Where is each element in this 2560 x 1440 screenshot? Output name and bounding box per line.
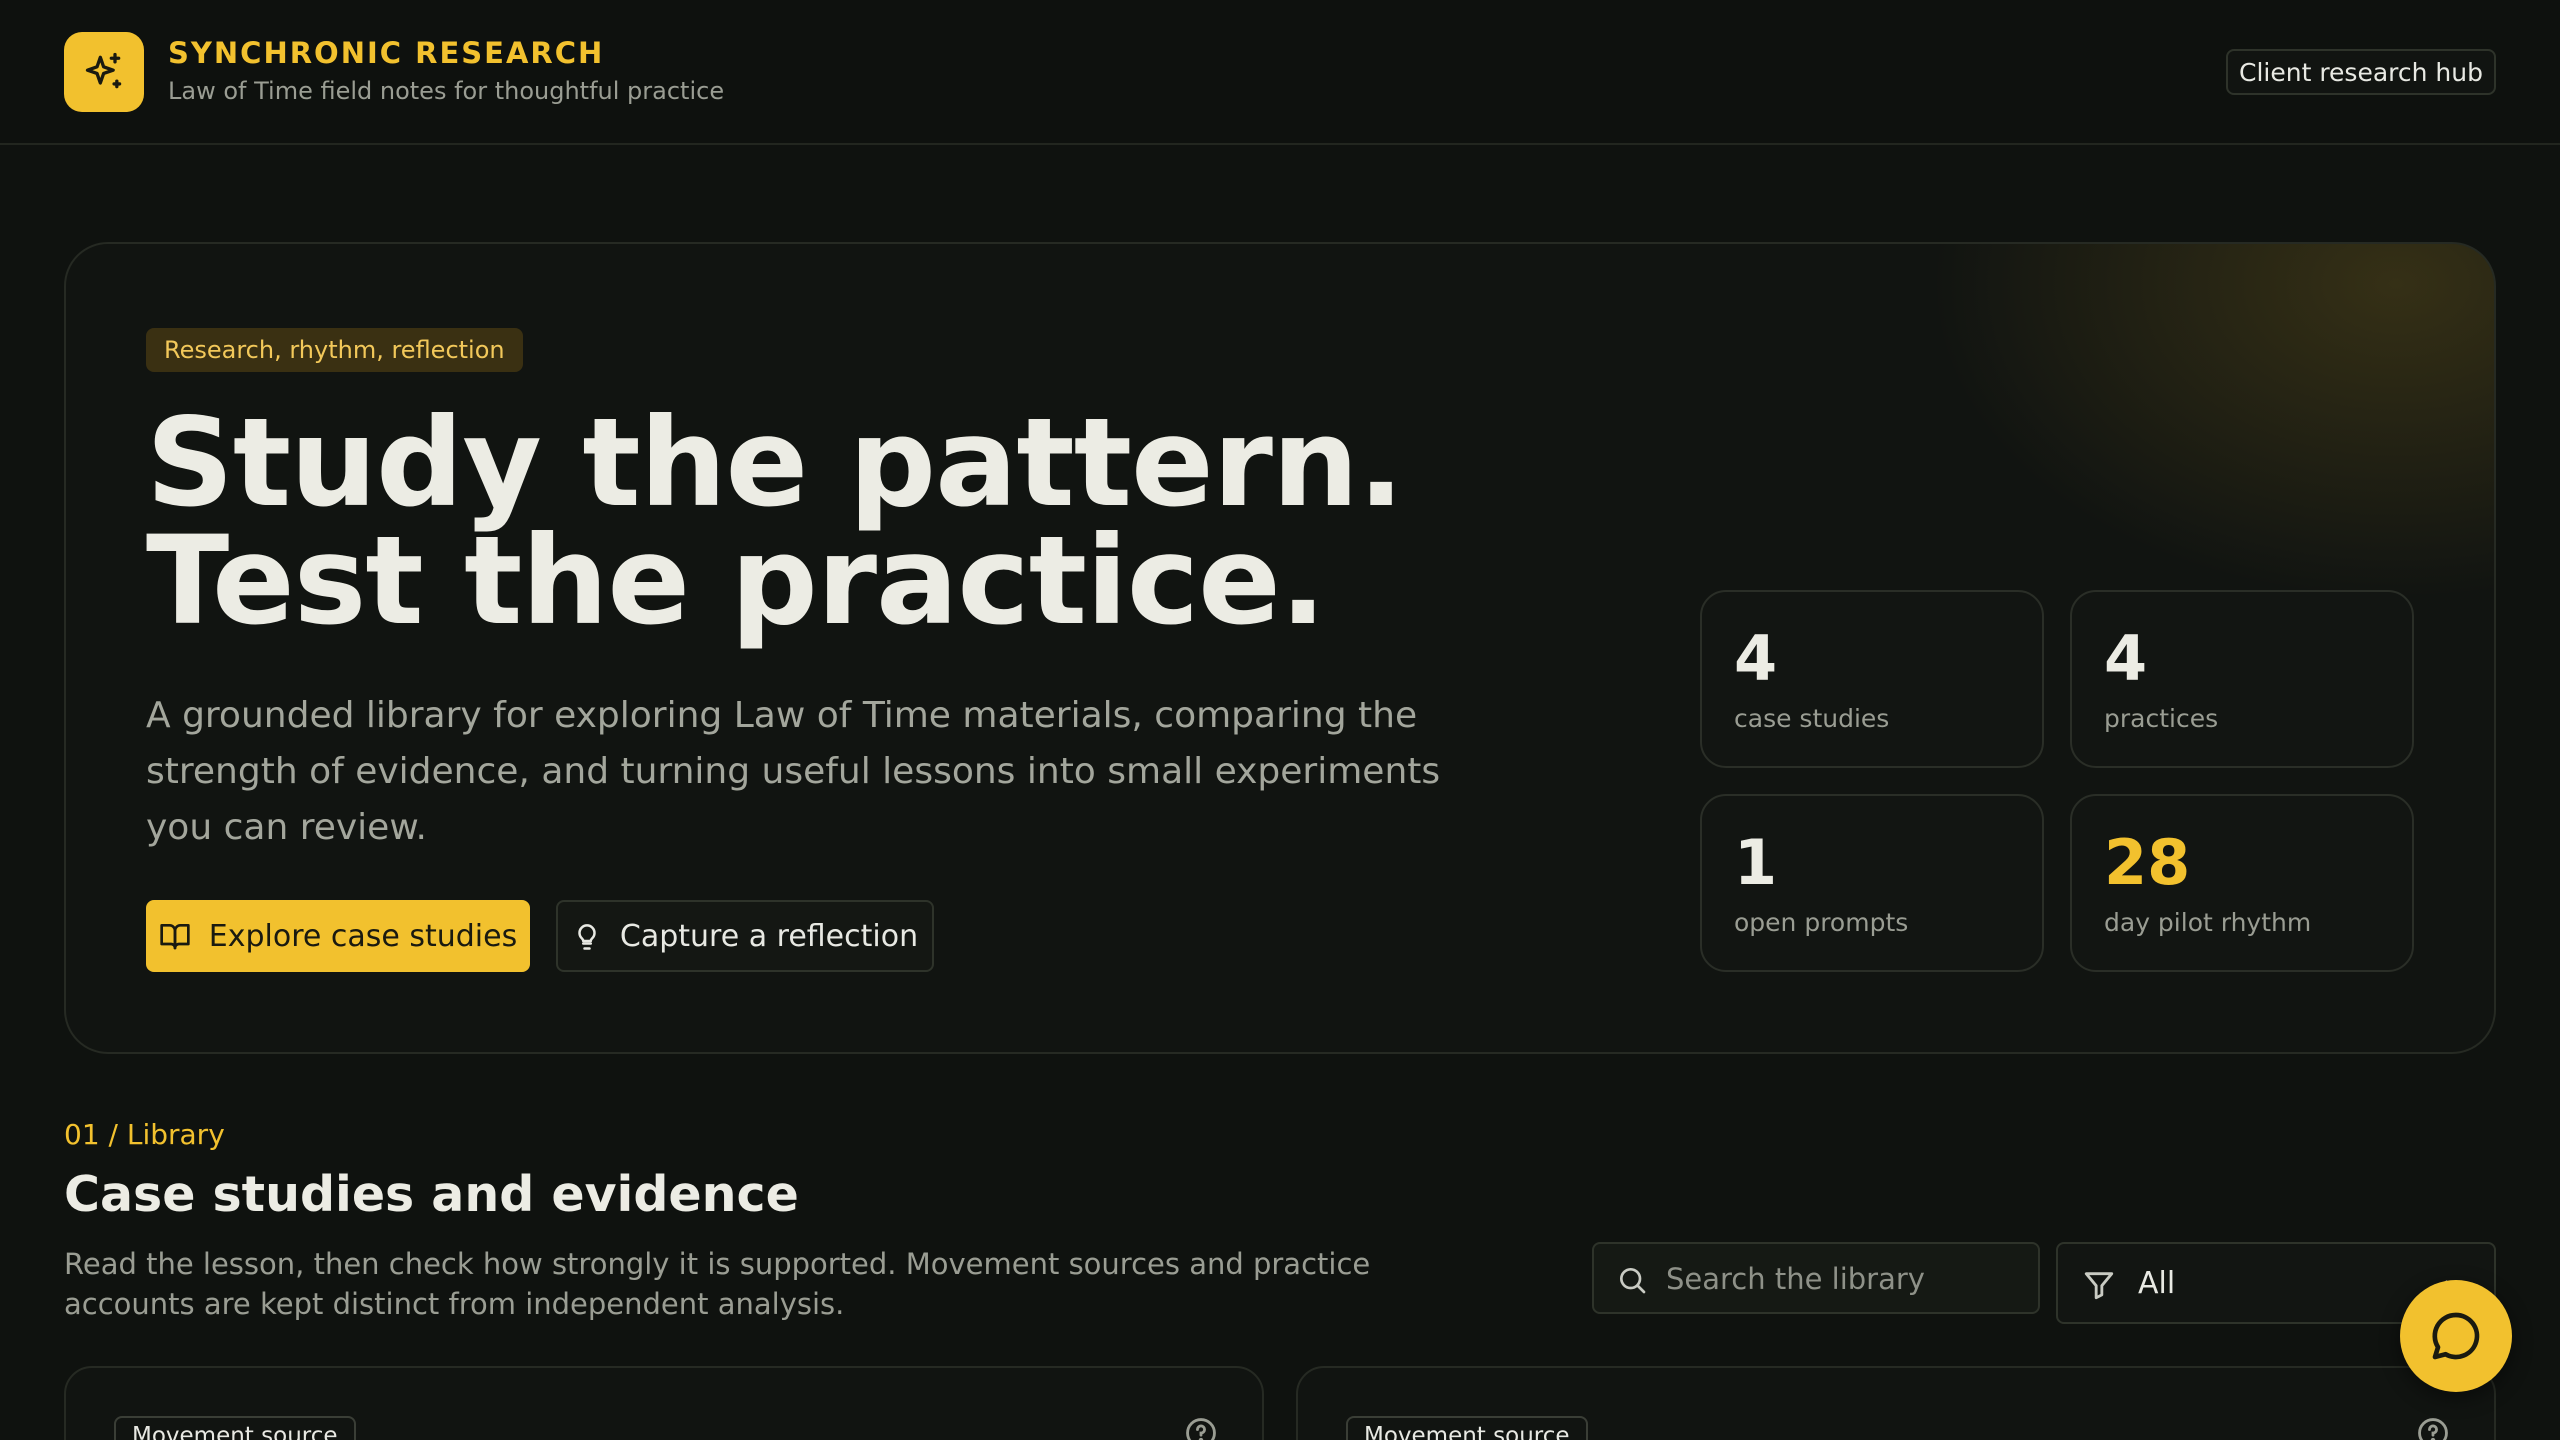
- search-input[interactable]: [1666, 1256, 2026, 1302]
- stat-value: 1: [1734, 826, 1778, 899]
- stat-pilot-rhythm: 28 day pilot rhythm: [2070, 794, 2414, 972]
- section-description: Read the lesson, then check how strongly…: [64, 1247, 1371, 1321]
- stat-label: case studies: [1734, 704, 1890, 733]
- top-bar: SYNCHRONIC RESEARCH Law of Time field no…: [0, 0, 2560, 145]
- capture-reflection-label: Capture a reflection: [619, 918, 919, 954]
- stat-label: open prompts: [1734, 908, 1909, 937]
- capture-reflection-button[interactable]: Capture a reflection: [556, 900, 934, 972]
- filter-value: All: [2138, 1266, 2176, 1301]
- section-kicker: 01 / Library: [64, 1118, 225, 1151]
- stat-label: practices: [2104, 704, 2219, 733]
- chat-button[interactable]: [2400, 1280, 2512, 1392]
- hero-title: Study the pattern. Test the practice.: [146, 392, 1646, 652]
- case-study-card[interactable]: Movement source: [1296, 1366, 2496, 1440]
- explore-case-studies-button[interactable]: Explore case studies: [146, 900, 530, 972]
- brand-subtitle: Law of Time field notes for thoughtful p…: [168, 77, 725, 105]
- book-open-icon: [160, 924, 190, 950]
- stat-case-studies: 4 case studies: [1700, 590, 2044, 768]
- stat-open-prompts: 1 open prompts: [1700, 794, 2044, 972]
- filter-icon: [2084, 1272, 2114, 1300]
- card-tag: Movement source: [114, 1416, 356, 1440]
- stat-label: day pilot rhythm: [2104, 908, 2312, 937]
- client-research-hub-button[interactable]: Client research hub: [2226, 49, 2496, 95]
- stat-value: 28: [2104, 826, 2191, 899]
- explore-case-studies-label: Explore case studies: [208, 918, 518, 954]
- help-circle-icon[interactable]: [2416, 1416, 2450, 1440]
- stat-practices: 4 practices: [2070, 590, 2414, 768]
- stat-value: 4: [1734, 622, 1778, 695]
- hero-pill: Research, rhythm, reflection: [146, 328, 523, 372]
- brand-title: SYNCHRONIC RESEARCH: [168, 36, 605, 70]
- case-study-card[interactable]: Movement source: [64, 1366, 1264, 1440]
- hero-description: A grounded library for exploring Law of …: [146, 695, 1441, 848]
- hero-title-line-1: Study the pattern.: [146, 392, 1404, 534]
- stat-value: 4: [2104, 622, 2148, 695]
- section-title: Case studies and evidence: [64, 1166, 799, 1223]
- hero-title-line-2: Test the practice.: [146, 510, 1326, 652]
- lightbulb-icon: [578, 924, 596, 950]
- sparkle-icon: [85, 52, 122, 89]
- search-box[interactable]: [1592, 1242, 2040, 1314]
- chat-bubble-icon: [2432, 1312, 2480, 1360]
- logo[interactable]: [64, 32, 144, 112]
- help-circle-icon[interactable]: [1184, 1416, 1218, 1440]
- card-tag: Movement source: [1346, 1416, 1588, 1440]
- search-icon: [1620, 1268, 1646, 1294]
- hero-panel: Research, rhythm, reflection Study the p…: [64, 242, 2496, 1054]
